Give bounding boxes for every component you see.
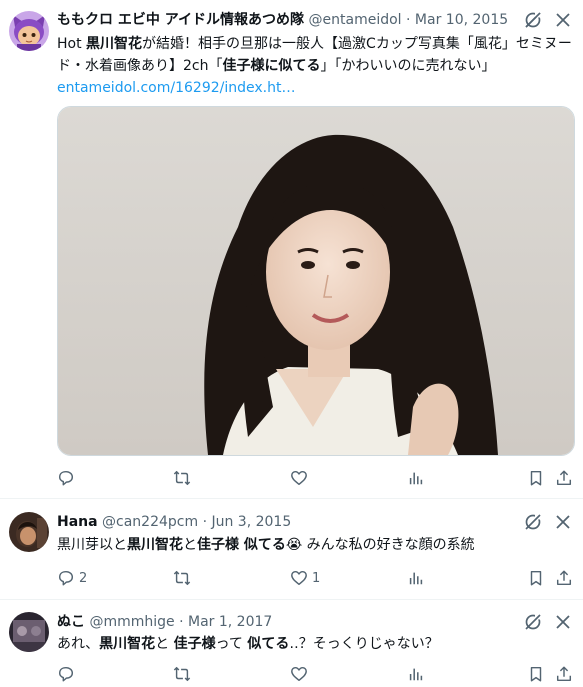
tweet-text: Hot 黒川智花が結婚！相手の旦那は一般人【過激Cカップ写真集「風花」セミヌード… bbox=[57, 36, 572, 96]
share-button[interactable] bbox=[555, 468, 573, 488]
views-icon bbox=[409, 572, 423, 585]
tweet-date[interactable]: Mar 1, 2017 bbox=[188, 614, 272, 630]
reply-count: 2 bbox=[79, 570, 88, 586]
bookmark-button[interactable] bbox=[527, 664, 545, 684]
like-button[interactable] bbox=[290, 664, 312, 684]
like-button[interactable]: 1 bbox=[290, 568, 320, 588]
tweet-actions bbox=[57, 664, 573, 684]
bookmark-icon bbox=[530, 470, 542, 486]
bookmark-button[interactable] bbox=[527, 468, 545, 488]
retweet-button[interactable] bbox=[173, 568, 195, 588]
author-handle[interactable]: @can224pcm bbox=[102, 514, 198, 530]
retweet-icon bbox=[173, 570, 191, 586]
avatar[interactable] bbox=[9, 512, 49, 552]
tweet-header: ぬこ @mmmhige · Mar 1, 2017 bbox=[57, 614, 273, 630]
bookmark-icon bbox=[530, 570, 542, 586]
tweet-header: ももクロ エビ中 アイドル情報あつめ隊 @entameidol · Mar 10… bbox=[57, 12, 509, 28]
more-icon[interactable] bbox=[553, 10, 573, 30]
share-icon bbox=[556, 470, 572, 486]
tweet[interactable]: ぬこ @mmmhige · Mar 1, 2017 あれ、黒川智花と 佳子様って… bbox=[0, 600, 583, 687]
retweet-icon bbox=[173, 470, 191, 486]
bookmark-button[interactable] bbox=[527, 568, 545, 588]
avatar[interactable] bbox=[9, 612, 49, 652]
author-name[interactable]: Hana bbox=[57, 514, 98, 530]
tweet-header: Hana @can224pcm · Jun 3, 2015 bbox=[57, 514, 292, 530]
views-button[interactable] bbox=[407, 468, 425, 488]
tweet-actions: 2 1 bbox=[57, 568, 573, 588]
retweet-button[interactable] bbox=[173, 468, 195, 488]
author-name[interactable]: ももクロ エビ中 アイドル情報あつめ隊 bbox=[57, 12, 304, 28]
like-count: 1 bbox=[312, 570, 321, 586]
tweet[interactable]: Hana @can224pcm · Jun 3, 2015 黒川芽以と黒川智花と… bbox=[0, 499, 583, 599]
retweet-icon bbox=[173, 666, 191, 682]
views-icon bbox=[409, 668, 423, 681]
share-icon bbox=[556, 666, 572, 682]
reply-icon bbox=[58, 470, 74, 486]
reply-icon bbox=[58, 570, 74, 586]
tweet-actions bbox=[57, 468, 573, 488]
more-icon[interactable] bbox=[553, 512, 573, 532]
tweet-text: あれ、黒川智花と 佳子様って 似てる‥？そっくりじゃない？ bbox=[57, 636, 439, 652]
more-icon[interactable] bbox=[553, 612, 573, 632]
tweet-text: 黒川芽以と黒川智花と佳子様 似てる😭 みんな私の好きな顔の系統 bbox=[57, 537, 475, 553]
author-handle[interactable]: @entameidol bbox=[309, 12, 402, 28]
author-name[interactable]: ぬこ bbox=[57, 614, 85, 630]
retweet-button[interactable] bbox=[173, 664, 195, 684]
tweet-date[interactable]: Mar 10, 2015 bbox=[415, 12, 508, 28]
share-button[interactable] bbox=[555, 664, 573, 684]
share-button[interactable] bbox=[555, 568, 573, 588]
tweet-link[interactable]: entameidol.com/16292/index.ht… bbox=[57, 80, 295, 96]
tweet-date[interactable]: Jun 3, 2015 bbox=[211, 514, 291, 530]
views-button[interactable] bbox=[407, 568, 425, 588]
like-icon bbox=[291, 570, 307, 586]
reply-button[interactable] bbox=[57, 664, 79, 684]
tweet[interactable]: ももクロ エビ中 アイドル情報あつめ隊 @entameidol · Mar 10… bbox=[0, 0, 583, 498]
reply-button[interactable]: 2 bbox=[57, 568, 87, 588]
views-icon bbox=[409, 472, 423, 485]
bookmark-icon bbox=[530, 666, 542, 682]
like-icon bbox=[291, 666, 307, 682]
crying-emoji: 😭 bbox=[285, 537, 303, 553]
reply-button[interactable] bbox=[57, 468, 79, 488]
reply-icon bbox=[58, 666, 74, 682]
share-icon bbox=[556, 570, 572, 586]
tweet-photo[interactable] bbox=[57, 106, 575, 456]
avatar[interactable] bbox=[9, 11, 49, 51]
grok-icon[interactable] bbox=[523, 512, 543, 532]
grok-icon[interactable] bbox=[523, 10, 543, 30]
grok-icon[interactable] bbox=[523, 612, 543, 632]
like-button[interactable] bbox=[290, 468, 312, 488]
views-button[interactable] bbox=[407, 664, 425, 684]
author-handle[interactable]: @mmmhige bbox=[89, 614, 174, 630]
like-icon bbox=[291, 470, 307, 486]
